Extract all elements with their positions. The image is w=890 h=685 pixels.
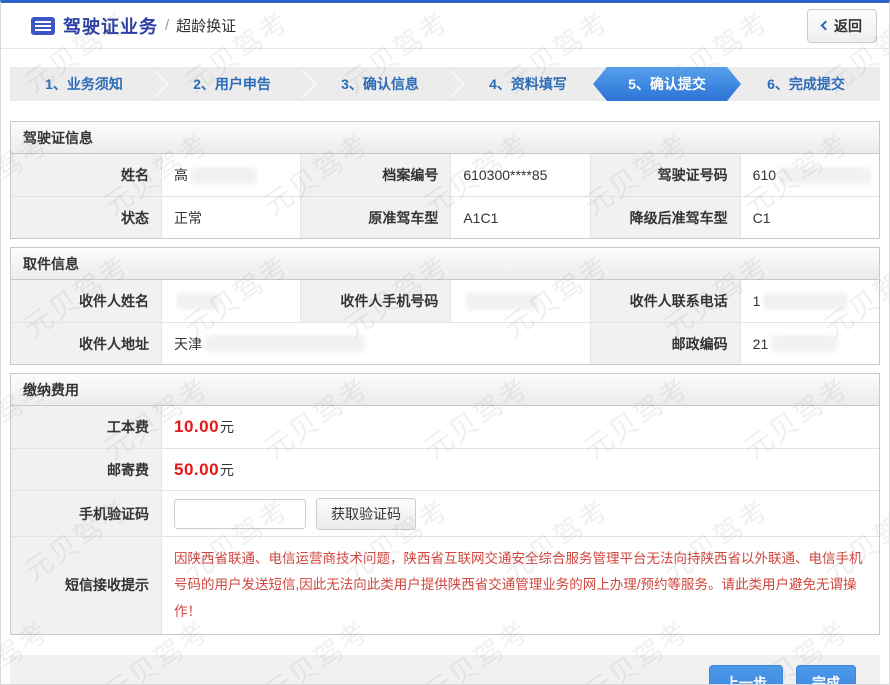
recipient-mobile-value [450,280,589,322]
postage-fee-label: 邮寄费 [11,449,161,490]
postage-fee-unit: 元 [220,460,234,480]
file-number-value: 610300****85 [450,154,589,196]
table-row: 姓名 高 档案编号 610300****85 驾驶证号码 610 [11,154,879,196]
breadcrumb-current: 超龄换证 [176,15,236,36]
verification-code-input[interactable] [174,499,306,529]
table-row: 收件人姓名 收件人手机号码 收件人联系电话 1 [11,280,879,322]
page: 驾驶证业务 / 超龄换证 返回 1、业务须知 2、用户申告 3、确认信息 4、资… [0,0,890,685]
production-fee-value: 10.00 元 [161,406,879,448]
table-row: 收件人地址 天津 邮政编码 21 [11,322,879,364]
production-fee-unit: 元 [220,417,234,437]
production-fee-row: 工本费 10.00 元 [11,406,879,448]
back-button-label: 返回 [834,16,862,36]
postal-code-label: 邮政编码 [590,323,740,364]
step-6-finish-submit: 6、完成提交 [732,67,880,101]
sms-notice-text: 因陕西省联通、电信运营商技术问题，陕西省互联网交通安全综合服务管理平台无法向持陕… [162,537,879,634]
verification-code-label: 手机验证码 [11,491,161,536]
redaction-blob [191,167,257,184]
postage-fee-row: 邮寄费 50.00 元 [11,448,879,490]
verification-code-cell: 获取验证码 [161,491,879,536]
redaction-blob [779,167,871,184]
file-number-label: 档案编号 [300,154,450,196]
sms-notice-label: 短信接收提示 [11,537,161,634]
postage-fee-value: 50.00 元 [161,449,879,490]
recipient-mobile-label: 收件人手机号码 [300,280,450,322]
postal-code-value: 21 [740,323,879,364]
original-class-label: 原准驾车型 [300,197,450,238]
verification-code-row: 手机验证码 获取验证码 [11,490,879,536]
back-button[interactable]: 返回 [807,9,877,43]
step-4-fill-materials: 4、资料填写 [454,67,602,101]
get-verification-code-button[interactable]: 获取验证码 [316,498,416,530]
postage-fee-amount: 50.00 [174,460,219,480]
license-number-label: 驾驶证号码 [590,154,740,196]
downgraded-class-label: 降级后准驾车型 [590,197,740,238]
previous-step-button[interactable]: 上一步 [709,665,783,685]
payment-title: 缴纳费用 [11,374,879,406]
footer-action-bar: 上一步 完成 [10,655,880,685]
recipient-name-label: 收件人姓名 [11,280,161,322]
table-row: 状态 正常 原准驾车型 A1C1 降级后准驾车型 C1 [11,196,879,238]
license-business-icon [31,17,55,35]
chevron-left-icon [821,21,831,31]
sms-notice-cell: 因陕西省联通、电信运营商技术问题，陕西省互联网交通安全综合服务管理平台无法向持陕… [161,537,879,634]
name-value: 高 [161,154,300,196]
recipient-phone-value: 1 [740,280,879,322]
production-fee-amount: 10.00 [174,417,219,437]
recipient-address-value: 天津 [161,323,590,364]
recipient-name-value [161,280,300,322]
recipient-phone-label: 收件人联系电话 [590,280,740,322]
step-1-business-notice: 1、业务须知 [10,67,158,101]
name-label: 姓名 [11,154,161,196]
original-class-value: A1C1 [450,197,589,238]
step-2-user-declaration: 2、用户申告 [158,67,306,101]
license-info-title: 驾驶证信息 [11,122,879,154]
breadcrumb-separator: / [165,17,169,34]
redaction-blob [205,335,365,352]
downgraded-class-value: C1 [740,197,879,238]
license-number-value: 610 [740,154,879,196]
step-wizard: 1、业务须知 2、用户申告 3、确认信息 4、资料填写 5、确认提交 6、完成提… [10,67,880,101]
status-label: 状态 [11,197,161,238]
redaction-blob [771,335,837,352]
header: 驾驶证业务 / 超龄换证 返回 [1,3,889,49]
status-value: 正常 [161,197,300,238]
license-info-section: 驾驶证信息 姓名 高 档案编号 610300****85 驾驶证号码 610 状… [10,121,880,239]
page-title: 驾驶证业务 [63,13,158,39]
pickup-info-title: 取件信息 [11,248,879,280]
step-5-confirm-submit: 5、确认提交 [593,67,741,101]
recipient-address-label: 收件人地址 [11,323,161,364]
redaction-blob [466,293,538,310]
production-fee-label: 工本费 [11,406,161,448]
pickup-info-section: 取件信息 收件人姓名 收件人手机号码 收件人联系电话 1 收件人地址 天津 邮政… [10,247,880,365]
step-3-confirm-info: 3、确认信息 [306,67,454,101]
payment-section: 缴纳费用 工本费 10.00 元 邮寄费 50.00 元 手机验证码 获取验证码… [10,373,880,635]
finish-button[interactable]: 完成 [796,665,856,685]
redaction-blob [763,293,847,310]
sms-notice-row: 短信接收提示 因陕西省联通、电信运营商技术问题，陕西省互联网交通安全综合服务管理… [11,536,879,634]
redaction-blob [177,293,219,310]
